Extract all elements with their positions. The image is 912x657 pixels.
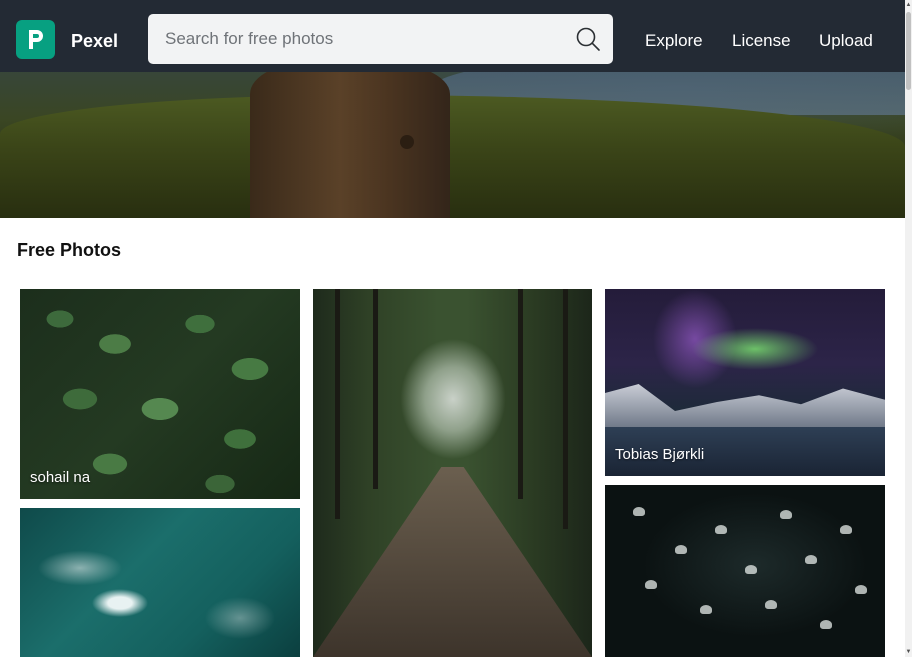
nav-license[interactable]: License: [732, 31, 791, 51]
jellyfish: [745, 565, 757, 574]
search-icon[interactable]: [575, 26, 601, 52]
jellyfish: [780, 510, 792, 519]
jellyfish: [675, 545, 687, 554]
photo-card-jellyfish[interactable]: [605, 485, 885, 657]
photo-credit[interactable]: sohail na: [30, 469, 90, 487]
photo-card-leaves[interactable]: sohail na: [20, 289, 300, 499]
nav-upload[interactable]: Upload: [819, 31, 873, 51]
page: Pexel Explore License Upload ▲ ▼ Free Ph…: [0, 0, 912, 657]
top-navbar: Pexel Explore License Upload: [0, 0, 905, 72]
logo-icon[interactable]: [16, 20, 55, 59]
tree-trunk: [373, 289, 378, 489]
hero-person-coat: [250, 60, 450, 218]
jellyfish: [840, 525, 852, 534]
jellyfish: [633, 507, 645, 516]
scroll-down-arrow-icon[interactable]: ▼: [905, 649, 912, 655]
aurora-mountains: [605, 384, 885, 429]
scrollbar-thumb[interactable]: [906, 12, 911, 90]
photo-card-aurora[interactable]: Tobias Bjørkli: [605, 289, 885, 476]
jellyfish: [765, 600, 777, 609]
search-bar: [148, 14, 613, 64]
jellyfish: [700, 605, 712, 614]
tree-trunk: [335, 289, 340, 519]
jellyfish: [645, 580, 657, 589]
bridge-deck: [313, 467, 592, 657]
tree-trunk: [563, 289, 568, 529]
photo-credit[interactable]: Tobias Bjørkli: [615, 446, 704, 464]
jellyfish: [715, 525, 727, 534]
logo-glyph: [29, 30, 43, 49]
brand-name[interactable]: Pexel: [71, 31, 118, 51]
search-input[interactable]: [148, 14, 568, 64]
section-title: Free Photos: [17, 240, 122, 260]
jellyfish: [805, 555, 817, 564]
vertical-scrollbar[interactable]: ▲ ▼: [905, 0, 912, 657]
photo-card-ocean[interactable]: [20, 508, 300, 657]
jellyfish: [820, 620, 832, 629]
nav-explore[interactable]: Explore: [645, 31, 703, 51]
hero-hill: [0, 95, 905, 218]
photo-card-bridge[interactable]: [313, 289, 592, 657]
scroll-up-arrow-icon[interactable]: ▲: [905, 2, 912, 8]
tree-trunk: [518, 289, 523, 499]
jellyfish: [855, 585, 867, 594]
